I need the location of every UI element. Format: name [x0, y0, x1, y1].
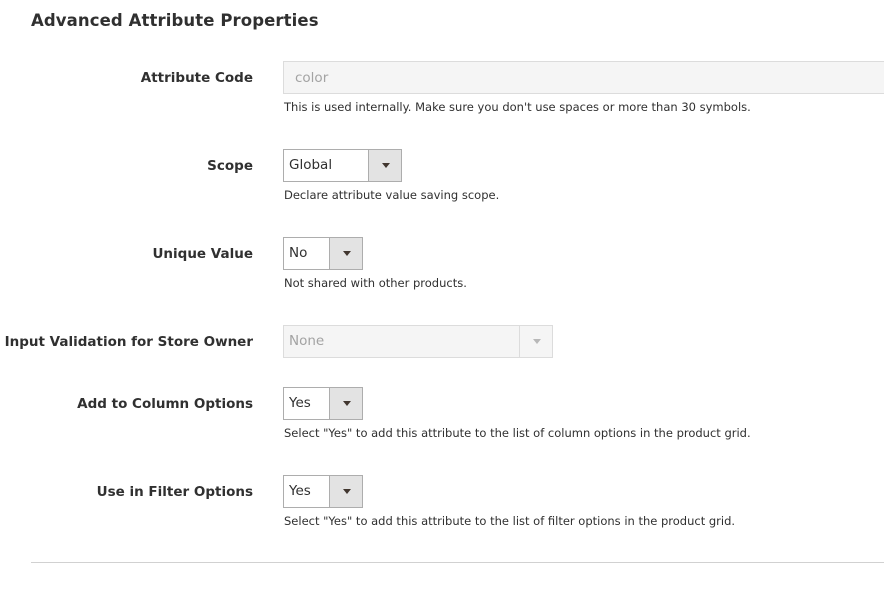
chevron-down-icon — [343, 401, 351, 406]
unique-value-label: Unique Value — [152, 246, 253, 262]
section-divider — [31, 562, 884, 563]
unique-value-dropdown-toggle[interactable] — [329, 238, 362, 269]
scope-note: Declare attribute value saving scope. — [284, 188, 500, 202]
use-in-filter-options-label: Use in Filter Options — [96, 484, 253, 500]
use-in-filter-options-note: Select "Yes" to add this attribute to th… — [284, 514, 736, 528]
scope-select[interactable]: Global — [283, 149, 402, 182]
input-validation-dropdown-toggle[interactable] — [519, 326, 552, 357]
chevron-down-icon — [533, 339, 541, 344]
scope-dropdown-toggle[interactable] — [368, 150, 401, 181]
scope-select-value: Global — [289, 157, 333, 173]
chevron-down-icon — [382, 163, 390, 168]
use-in-filter-options-dropdown-toggle[interactable] — [329, 476, 362, 507]
input-validation-label: Input Validation for Store Owner — [4, 334, 253, 350]
input-validation-select-value: None — [289, 333, 325, 349]
unique-value-note: Not shared with other products. — [284, 276, 467, 290]
add-to-column-options-select[interactable]: Yes — [283, 387, 363, 420]
attribute-code-input[interactable] — [283, 61, 884, 94]
add-to-column-options-dropdown-toggle[interactable] — [329, 388, 362, 419]
use-in-filter-options-select-value: Yes — [289, 483, 311, 499]
chevron-down-icon — [343, 251, 351, 256]
chevron-down-icon — [343, 489, 351, 494]
add-to-column-options-select-value: Yes — [289, 395, 311, 411]
unique-value-select[interactable]: No — [283, 237, 363, 270]
unique-value-select-value: No — [289, 245, 308, 261]
section-title: Advanced Attribute Properties — [31, 11, 319, 30]
use-in-filter-options-select[interactable]: Yes — [283, 475, 363, 508]
scope-label: Scope — [207, 158, 253, 174]
attribute-code-label: Attribute Code — [140, 70, 253, 86]
input-validation-select[interactable]: None — [283, 325, 553, 358]
add-to-column-options-note: Select "Yes" to add this attribute to th… — [284, 426, 751, 440]
attribute-code-note: This is used internally. Make sure you d… — [284, 100, 751, 114]
add-to-column-options-label: Add to Column Options — [77, 396, 253, 412]
